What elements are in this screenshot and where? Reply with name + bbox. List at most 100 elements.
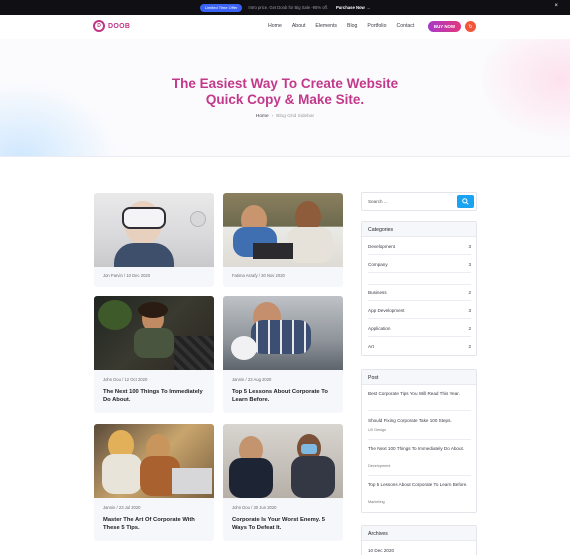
category-count: 3 (468, 244, 471, 249)
post-image-vr-headset[interactable] (94, 193, 214, 267)
refresh-icon[interactable]: ↻ (465, 21, 476, 32)
blog-card[interactable]: Jannin / 23 Jul 2020 Master The Art Of C… (94, 424, 214, 541)
hero-title-line2: Quick Copy & Make Site. (205, 92, 365, 107)
search-icon (462, 198, 469, 205)
buy-now-button[interactable]: BUY NOW (428, 21, 461, 32)
category-name: App Development (368, 308, 405, 313)
divider (368, 318, 471, 319)
post-author[interactable]: Jon Parvin (103, 273, 123, 278)
search-input[interactable]: Search ... (368, 199, 388, 204)
categories-widget: Categories Development 3 Company 3 Busines… (361, 221, 477, 356)
post-author[interactable]: Jannin (232, 377, 244, 382)
blog-card[interactable]: Jon Parvin / 10 Dec 2020 (94, 193, 214, 287)
post-author[interactable]: John Dou (232, 505, 250, 510)
recent-post-tag[interactable]: Development (368, 464, 390, 468)
category-name: Development (368, 244, 396, 249)
breadcrumb: Home › Blog Grid Sidebar (0, 114, 570, 119)
recent-post-tag[interactable]: UX Design (368, 428, 386, 432)
nav-item-portfolio[interactable]: Portfolio (367, 23, 386, 29)
post-image-engineer[interactable] (223, 296, 343, 370)
blog-card[interactable]: Jannin / 23 Aug 2020 Top 5 Lessons About… (223, 296, 343, 413)
recent-post-title[interactable]: The Next 100 Things To Immediately Do Ab… (368, 445, 472, 453)
nav-item-elements[interactable]: Elements (315, 23, 337, 29)
category-count: 3 (468, 308, 471, 313)
category-item[interactable]: App Development 3 (368, 308, 471, 313)
breadcrumb-current: Blog Grid Sidebar (276, 114, 315, 119)
recent-post-tag[interactable]: Marketing (368, 500, 385, 504)
category-name: Application (368, 326, 391, 331)
nav-item-home[interactable]: Home (268, 23, 282, 29)
breadcrumb-home[interactable]: Home (256, 114, 269, 119)
post-title[interactable]: Top 5 Lessons About Corporate To Learn B… (232, 388, 332, 404)
archive-item[interactable]: 10 Dec 2020 (368, 548, 471, 553)
post-date: 10 Dec 2020 (126, 273, 151, 278)
site-header: D DOOB Home About Elements Blog Portfoli… (0, 15, 570, 39)
search-button[interactable] (457, 195, 474, 208)
offer-badge: Limited Time Offer (199, 3, 243, 12)
post-meta: John Dou / 12 Oct 2020 (103, 377, 147, 382)
meta-separator: / (258, 273, 260, 278)
category-item[interactable]: Development 3 (368, 244, 471, 249)
category-item[interactable]: Art 2 (368, 344, 471, 349)
category-count: 2 (468, 290, 471, 295)
post-author[interactable]: Jannin (103, 505, 115, 510)
hero-banner: The Easiest Way To Create Website Quick … (0, 39, 570, 157)
category-count: 2 (468, 326, 471, 331)
recent-post-title[interactable]: Top 5 Lessons About Corporate To Learn B… (368, 481, 472, 489)
blog-card[interactable]: Fatima Asrafy / 30 Nov 2020 (223, 193, 343, 287)
post-author[interactable]: John Dou (103, 377, 121, 382)
post-date: 23 Jul 2020 (118, 505, 141, 510)
categories-title: Categories (362, 222, 476, 237)
recent-posts-widget: Post Best Corporate Tips You Will Read T… (361, 369, 477, 513)
meta-separator: / (116, 505, 118, 510)
recent-post-title[interactable]: Should Fixing Corporate Take 100 Steps. (368, 417, 472, 425)
divider (368, 272, 471, 273)
arrow-right-icon: → (365, 5, 371, 10)
post-date: 30 Jun 2020 (253, 505, 277, 510)
post-title[interactable]: Master The Art Of Corporate With These 5… (103, 516, 203, 532)
close-icon[interactable]: × (554, 3, 558, 9)
nav-item-about[interactable]: About (292, 23, 306, 29)
nav-item-contact[interactable]: Contact (396, 23, 414, 29)
post-image-elbow-bump[interactable] (223, 424, 343, 498)
post-date: 23 Aug 2020 (247, 377, 272, 382)
post-image-meeting[interactable] (223, 193, 343, 267)
post-date: 30 Nov 2020 (261, 273, 285, 278)
meta-separator: / (245, 377, 247, 382)
category-item[interactable]: Business 2 (368, 290, 471, 295)
search-widget: Search ... (361, 192, 477, 211)
post-meta: Jannin / 23 Jul 2020 (103, 505, 141, 510)
divider (368, 410, 471, 411)
main-nav: Home About Elements Blog Portfolio Conta… (268, 23, 424, 29)
archives-widget: Archives 10 Dec 2020 (361, 525, 477, 555)
post-title[interactable]: The Next 100 Things To Immediately Do Ab… (103, 388, 203, 404)
category-item[interactable]: Application 2 (368, 326, 471, 331)
post-image-colleagues[interactable] (94, 424, 214, 498)
divider (368, 439, 471, 440)
logo-mark: D (93, 20, 105, 32)
purchase-now-label: Purchase Now (335, 5, 365, 10)
nav-item-blog[interactable]: Blog (347, 23, 357, 29)
promo-bar: Limited Time Offer Intro price. Get Doob… (0, 0, 570, 15)
blog-card[interactable]: John Dou / 12 Oct 2020 The Next 100 Thin… (94, 296, 214, 413)
breadcrumb-separator: › (271, 114, 274, 119)
category-item[interactable]: Company 3 (368, 262, 471, 267)
category-name: Art (368, 344, 374, 349)
purchase-now-link[interactable]: Purchase Now → (336, 5, 370, 10)
divider (368, 336, 471, 337)
divider (368, 300, 471, 301)
hero-title-line1: The Easiest Way To Create Website (171, 76, 399, 91)
blog-card[interactable]: John Dou / 30 Jun 2020 Corporate Is Your… (223, 424, 343, 541)
category-count: 3 (468, 262, 471, 267)
promo-text: Intro price. Get Doob for Big Sale -95% … (248, 5, 328, 10)
divider (368, 475, 471, 476)
category-name: Business (368, 290, 387, 295)
logo[interactable]: D DOOB (93, 20, 130, 32)
category-name: Company (368, 262, 388, 267)
post-image-woman-laptop[interactable] (94, 296, 214, 370)
recent-post-title[interactable]: Best Corporate Tips You Will Read This Y… (368, 390, 472, 398)
post-title[interactable]: Corporate Is Your Worst Enemy. 5 Ways To… (232, 516, 332, 532)
meta-separator: / (123, 273, 126, 278)
post-author[interactable]: Fatima Asrafy (232, 273, 258, 278)
post-meta: Jannin / 23 Aug 2020 (232, 377, 271, 382)
